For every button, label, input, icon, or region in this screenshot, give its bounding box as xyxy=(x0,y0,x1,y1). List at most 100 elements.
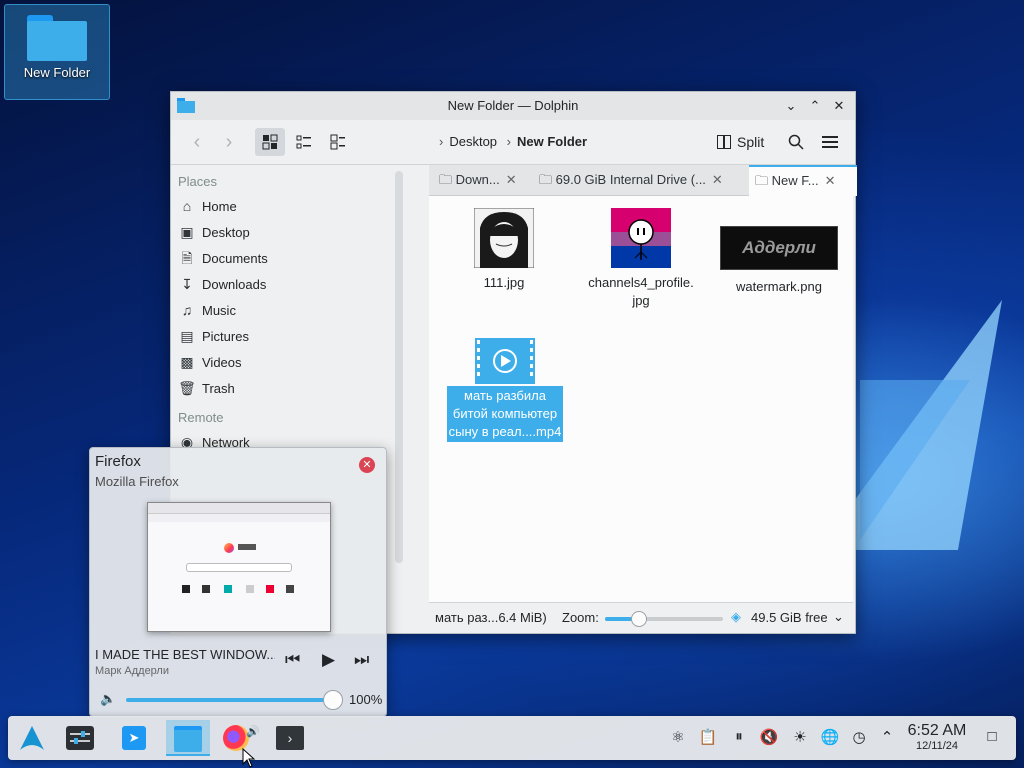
tooltip-subtitle: Mozilla Firefox xyxy=(95,474,179,489)
minimize-button[interactable]: ⌄ xyxy=(781,96,801,116)
tray-expand-chevron-icon[interactable]: ⌃ xyxy=(877,728,897,746)
mouse-cursor-icon xyxy=(242,748,256,768)
show-desktop-icon[interactable]: □ xyxy=(982,728,1002,745)
skip-back-icon: ⏮ xyxy=(285,650,301,669)
brightness-icon[interactable]: ☀ xyxy=(790,728,810,746)
trash-icon: 🗑 xyxy=(178,380,196,396)
volume-percent: 100% xyxy=(349,692,383,707)
terminal-icon: › xyxy=(276,726,304,750)
breadcrumb-desktop[interactable]: Desktop xyxy=(449,134,497,149)
pictures-icon: ▤ xyxy=(180,328,194,344)
back-button[interactable]: ‹ xyxy=(185,128,209,156)
search-button[interactable] xyxy=(783,128,809,156)
home-icon: ⌂ xyxy=(182,198,192,214)
place-documents[interactable]: 🗎 Documents xyxy=(171,245,409,271)
places-scrollbar[interactable] xyxy=(395,171,403,563)
folder-icon xyxy=(27,15,87,61)
place-trash[interactable]: 🗑 Trash xyxy=(171,375,409,401)
zoom-slider[interactable] xyxy=(605,611,723,627)
volume-slider[interactable] xyxy=(126,698,332,702)
file-name: channels4_profile. jpg xyxy=(588,275,694,308)
tab-bar: 🗀 Down... ✕ 🗀 69.0 GiB Internal Drive (..… xyxy=(429,165,857,196)
taskbar: ➤ 🔊 › ⚛ 📋 ⏸ 🔇 ☀ 🌐 ◷ ⌃ 6:52 AM 12/11/24 □ xyxy=(8,716,1016,760)
music-icon: ♫ xyxy=(181,302,193,318)
status-file-info: мать раз...6.4 MiB) xyxy=(435,610,547,625)
details-view-button[interactable] xyxy=(289,128,319,156)
hamburger-menu-icon xyxy=(822,136,838,148)
file-item[interactable]: channels4_profile. jpg xyxy=(579,208,703,310)
file-item[interactable]: Аддерли watermark.png xyxy=(719,226,839,296)
tab-folder-icon: 🗀 xyxy=(539,172,553,187)
media-pause-icon[interactable]: ⏸ xyxy=(729,728,749,745)
media-title: I MADE THE BEST WINDOW... xyxy=(95,647,275,662)
icons-view-icon xyxy=(262,134,278,150)
tab-downloads[interactable]: 🗀 Down... ✕ xyxy=(431,165,537,195)
task-system-settings[interactable] xyxy=(62,720,98,756)
zoom-slider-handle[interactable] xyxy=(631,611,648,627)
title-bar[interactable]: New Folder — Dolphin ⌄ ⌃ ✕ xyxy=(171,92,855,120)
compact-view-icon xyxy=(330,134,345,150)
desktop-folder-icon[interactable]: New Folder xyxy=(4,4,110,100)
place-desktop[interactable]: ▣ Desktop xyxy=(171,219,409,245)
place-downloads[interactable]: ↧ Downloads xyxy=(171,271,409,297)
details-view-icon xyxy=(296,135,311,149)
place-pictures[interactable]: ▤ Pictures xyxy=(171,323,409,349)
split-label: Split xyxy=(737,134,765,150)
split-icon xyxy=(717,135,731,149)
file-name: 111.jpg xyxy=(483,275,525,290)
tab-close-icon[interactable]: ✕ xyxy=(712,172,723,187)
image-thumbnail-icon xyxy=(474,208,534,268)
chevron-down-icon[interactable]: ⌄ xyxy=(833,609,844,625)
clipboard-icon[interactable]: 📋 xyxy=(698,728,718,746)
tab-internal-drive[interactable]: 🗀 69.0 GiB Internal Drive (... ✕ xyxy=(539,165,747,195)
next-track-button[interactable]: ⏭ xyxy=(354,650,369,670)
volume-slider-handle[interactable] xyxy=(323,690,343,710)
desktop-icon: ▣ xyxy=(180,224,194,240)
compact-view-button[interactable] xyxy=(323,128,353,156)
play-button[interactable]: ▶ xyxy=(322,650,335,670)
task-konsole[interactable]: › xyxy=(272,720,308,756)
file-item-selected[interactable]: мать разбила битой компьютер сыну в реал… xyxy=(445,338,565,442)
breadcrumb: › Desktop › New Folder xyxy=(439,134,588,149)
toolbar: ‹ › › Desktop › New Folder Split xyxy=(171,120,855,165)
menu-button[interactable] xyxy=(817,128,843,156)
network-icon[interactable]: 🌐 xyxy=(820,728,840,746)
forward-button[interactable]: › xyxy=(217,128,241,156)
maximize-button[interactable]: ⌃ xyxy=(805,96,825,116)
breadcrumb-current[interactable]: New Folder xyxy=(517,134,587,149)
place-videos[interactable]: ▩ Videos xyxy=(171,349,409,375)
settings-icon xyxy=(66,726,94,750)
discover-icon: ➤ xyxy=(122,726,146,750)
power-profile-icon[interactable]: ◷ xyxy=(849,728,869,746)
volume-muted-icon[interactable]: 🔇 xyxy=(759,728,779,746)
place-music[interactable]: ♫ Music xyxy=(171,297,409,323)
close-button[interactable]: ✕ xyxy=(829,96,849,116)
split-button[interactable]: Split xyxy=(717,128,775,156)
clock-date: 12/11/24 xyxy=(915,740,958,752)
close-window-button[interactable]: ✕ xyxy=(359,457,375,473)
task-dolphin[interactable] xyxy=(166,720,210,756)
window-thumbnail[interactable] xyxy=(147,502,331,632)
digital-clock[interactable]: 6:52 AM 12/11/24 xyxy=(905,722,969,752)
task-discover[interactable]: ➤ xyxy=(116,720,152,756)
tab-close-icon[interactable]: ✕ xyxy=(506,172,517,187)
audio-playing-icon: 🔊 xyxy=(246,726,260,738)
place-home[interactable]: ⌂ Home xyxy=(171,193,409,219)
icons-view-button[interactable] xyxy=(255,128,285,156)
file-view[interactable]: 111.jpg channels4_profile. jpg Аддерли w… xyxy=(429,196,853,602)
disk-icon: ◈ xyxy=(731,609,741,624)
tab-close-icon[interactable]: ✕ xyxy=(825,173,836,188)
tab-folder-icon: 🗀 xyxy=(755,173,769,188)
skip-forward-icon: ⏭ xyxy=(354,650,370,669)
play-icon: ▶ xyxy=(322,650,336,669)
tab-new-folder[interactable]: 🗀 New F... ✕ xyxy=(749,165,857,196)
application-launcher-button[interactable] xyxy=(14,720,50,756)
image-thumbnail-icon: Аддерли xyxy=(720,226,838,270)
volume-icon[interactable]: 🔈 xyxy=(100,691,116,707)
previous-track-button[interactable]: ⏮ xyxy=(285,650,300,670)
tab-folder-icon: 🗀 xyxy=(439,172,453,187)
window-title: New Folder — Dolphin xyxy=(447,98,579,113)
free-space-label[interactable]: 49.5 GiB free xyxy=(751,610,828,625)
file-item[interactable]: 111.jpg xyxy=(459,208,549,292)
kde-connect-icon[interactable]: ⚛ xyxy=(668,728,688,746)
